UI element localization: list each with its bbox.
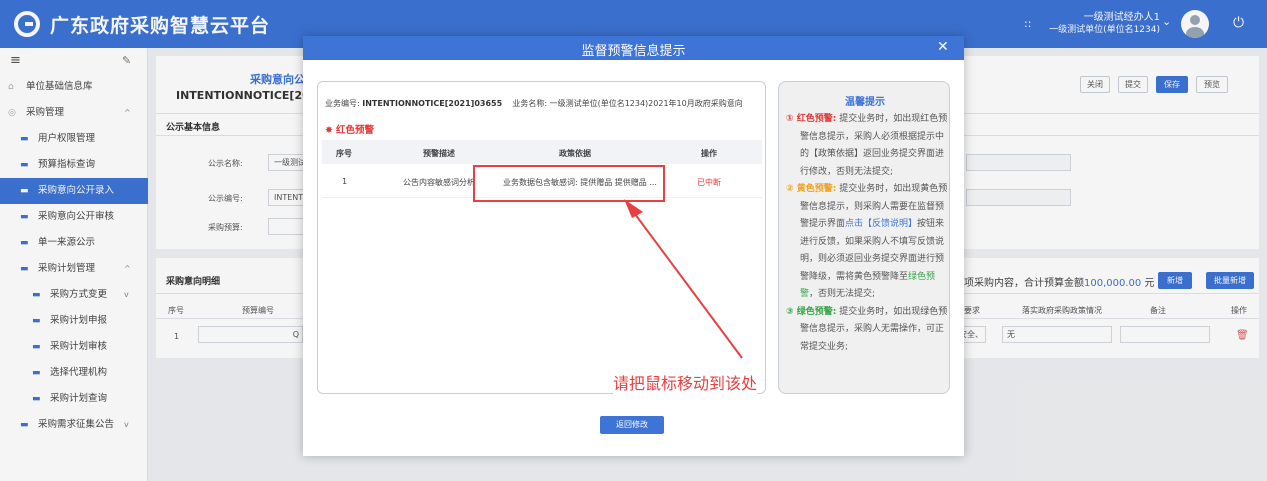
row-no: 1: [342, 177, 348, 186]
business-name: 一级测试单位(单位名1234)2021年10月政府采购意向: [549, 99, 743, 108]
col-header-op: 操作: [701, 149, 717, 158]
warning-detail-box: 业务编号: INTENTIONNOTICE[2021]03655 业务名称: 一…: [317, 81, 766, 394]
tip-red: ① 红色预警: 提交业务时，如出现红色预警信息提示，采购人必须根据提示中的【政策…: [786, 114, 948, 177]
row-status: 已中断: [697, 178, 721, 187]
warning-icon: ✸: [325, 125, 333, 136]
tips-body: ① 红色预警: 提交业务时，如出现红色预警信息提示，采购人必须根据提示中的【政策…: [786, 111, 948, 356]
tip-green: ③ 绿色预警: 提交业务时，如出现绿色预警信息提示，采购人无需操作，可正常提交业…: [786, 306, 948, 352]
hint-text: 请把鼠标移动到该处: [613, 370, 758, 394]
highlight-box: [473, 165, 665, 202]
tip-yellow: ② 黄色预警: 提交业务时，如出现黄色预警信息提示，则采购人需要在监督预警提示界…: [786, 184, 948, 299]
close-icon[interactable]: ✕: [937, 39, 949, 55]
col-header-basis: 政策依据: [559, 149, 591, 158]
business-info: 业务编号: INTENTIONNOTICE[2021]03655 业务名称: 一…: [325, 99, 743, 108]
modal-header: 监督预警信息提示 ✕: [303, 36, 964, 60]
warning-modal: 监督预警信息提示 ✕ 业务编号: INTENTIONNOTICE[2021]03…: [303, 36, 964, 456]
warning-table-header: 序号 预警描述 政策依据 操作: [322, 140, 762, 164]
red-warning-heading: ✸ 红色预警: [325, 125, 374, 136]
tips-box: 温馨提示 ① 红色预警: 提交业务时，如出现红色预警信息提示，采购人必须根据提示…: [778, 81, 950, 394]
return-edit-button[interactable]: 返回修改: [600, 416, 664, 434]
arrow-annotation: [624, 199, 743, 359]
modal-title: 监督预警信息提示: [581, 44, 686, 59]
tips-title: 温馨提示: [845, 97, 885, 108]
feedback-link[interactable]: 点击【反馈说明】: [845, 219, 917, 229]
col-header-desc: 预警描述: [423, 149, 455, 158]
business-no: INTENTIONNOTICE[2021]03655: [362, 99, 503, 108]
col-header-no: 序号: [336, 149, 352, 158]
